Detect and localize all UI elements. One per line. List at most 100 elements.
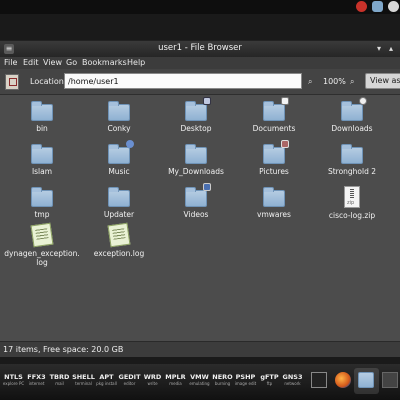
folder-videos[interactable]: Videos: [157, 183, 235, 219]
launcher-mplr[interactable]: MPLR media: [162, 373, 189, 387]
launcher-sub: mail: [55, 381, 64, 386]
location-input[interactable]: [64, 73, 302, 89]
file-icon-view[interactable]: bin Conky Desktop Documents Downloads Is…: [0, 96, 400, 342]
folder-vmwares[interactable]: vmwares: [235, 187, 313, 219]
item-label: vmwares: [257, 210, 291, 219]
folder-pictures[interactable]: Pictures: [235, 140, 313, 176]
desktop-folder-icon: [185, 97, 211, 121]
item-label: Music: [108, 167, 130, 176]
file-cisco-log-zip[interactable]: cisco-log.zip: [313, 186, 391, 220]
zoom-out-icon[interactable]: ⌕: [308, 77, 312, 87]
menu-file[interactable]: File: [4, 58, 17, 67]
launcher-gns3[interactable]: GNS3 network: [279, 373, 306, 387]
launcher-sub: image edit: [234, 381, 257, 386]
folder-icon: [31, 144, 53, 164]
music-emblem-icon: [126, 140, 134, 148]
music-folder-icon: [108, 140, 134, 164]
user-icon[interactable]: [372, 1, 383, 12]
item-label: Downloads: [331, 124, 373, 133]
location-label: Location:: [30, 77, 67, 86]
documents-folder-icon: [263, 97, 289, 121]
status-text: 17 items, Free space: 20.0 GB: [3, 345, 124, 354]
folder-documents[interactable]: Documents: [235, 97, 313, 133]
desktop-emblem-icon: [203, 97, 211, 105]
maximize-button[interactable]: ▴: [386, 44, 396, 54]
folder-desktop[interactable]: Desktop: [157, 97, 235, 133]
item-label: Updater: [103, 210, 135, 219]
launcher-tbrd[interactable]: TBRD mail: [46, 373, 73, 387]
folder-icon: [185, 144, 207, 164]
folder-icon: [31, 187, 53, 207]
menu-go[interactable]: Go: [66, 58, 77, 67]
file-exception-log[interactable]: exception.log: [80, 222, 158, 258]
menu-edit[interactable]: Edit: [23, 58, 39, 67]
item-label: Islam: [31, 167, 53, 176]
log-file-icon: [107, 222, 131, 248]
videos-folder-icon: [185, 183, 211, 207]
file-browser-window: ≡ user1 - File Browser ▾ ▴ File Edit Vie…: [0, 40, 400, 357]
folder-icon: [108, 101, 130, 121]
document-emblem-icon: [281, 97, 289, 105]
item-label: exception.log: [93, 249, 145, 258]
folder-bin[interactable]: bin: [3, 101, 81, 133]
folder-icon: [263, 187, 285, 207]
log-file-icon: [30, 222, 54, 248]
status-bar: 17 items, Free space: 20.0 GB: [0, 341, 400, 357]
menu-view[interactable]: View: [43, 58, 62, 67]
location-bar: Location: ⌕ 100% ⌕ View as Icons: [0, 69, 400, 95]
menu-help[interactable]: Help: [127, 58, 145, 67]
launcher-sub: network: [284, 381, 301, 386]
folder-islam[interactable]: Islam: [3, 144, 81, 176]
terminal-icon[interactable]: [311, 372, 327, 388]
launcher-pshp[interactable]: PSHP image edit: [232, 373, 259, 387]
launcher-sub: media: [169, 381, 182, 386]
menu-bar: File Edit View Go Bookmarks Help: [0, 57, 400, 69]
zoom-level: 100%: [323, 77, 346, 86]
window-titlebar[interactable]: ≡ user1 - File Browser ▾ ▴: [0, 41, 400, 57]
folder-icon: [108, 187, 130, 207]
file-dynagen-exception-log[interactable]: dynagen_exception. log: [3, 222, 81, 267]
item-label: dynagen_exception. log: [4, 249, 80, 267]
window-title: user1 - File Browser: [158, 43, 242, 53]
downloads-folder-icon: [341, 97, 367, 121]
item-label: Conky: [107, 124, 131, 133]
launcher-name: MPLR: [165, 373, 186, 381]
item-label: Videos: [183, 210, 209, 219]
file-browser-task-icon[interactable]: [358, 372, 374, 388]
item-label: Desktop: [180, 124, 212, 133]
item-label: Stronghold 2: [327, 167, 377, 176]
folder-music[interactable]: Music: [80, 140, 158, 176]
folder-icon: [341, 144, 363, 164]
folder-downloads[interactable]: Downloads: [313, 97, 391, 133]
item-label: Documents: [252, 124, 296, 133]
pictures-folder-icon: [263, 140, 289, 164]
zoom-in-icon[interactable]: ⌕: [350, 77, 354, 87]
view-as-button[interactable]: View as Icons: [365, 73, 400, 89]
folder-stronghold-2[interactable]: Stronghold 2: [313, 144, 391, 176]
folder-icon: [31, 101, 53, 121]
notification-icon[interactable]: [356, 1, 367, 12]
app-icon[interactable]: [382, 372, 398, 388]
taskbar: NTLS explore PC FFX3 internet TBRD mail …: [0, 364, 400, 400]
desktop-top-panel: [0, 0, 400, 14]
edit-location-icon[interactable]: [5, 74, 19, 90]
firefox-icon[interactable]: [335, 372, 351, 388]
item-label: Pictures: [259, 167, 289, 176]
launcher-name: GNS3: [282, 373, 303, 381]
pictures-emblem-icon: [281, 140, 289, 148]
folder-tmp[interactable]: tmp: [3, 187, 81, 219]
item-label: bin: [36, 124, 48, 133]
video-emblem-icon: [203, 183, 211, 191]
minimize-button[interactable]: ▾: [374, 44, 384, 54]
launcher-name: PSHP: [235, 373, 256, 381]
folder-my-downloads[interactable]: My_Downloads: [157, 144, 235, 176]
launcher-name: TBRD: [49, 373, 70, 381]
folder-conky[interactable]: Conky: [80, 101, 158, 133]
menu-bookmarks[interactable]: Bookmarks: [82, 58, 127, 67]
download-emblem-icon: [359, 97, 367, 105]
power-icon[interactable]: [388, 1, 399, 12]
item-label: cisco-log.zip: [328, 211, 376, 220]
folder-updater[interactable]: Updater: [80, 187, 158, 219]
item-label: My_Downloads: [168, 167, 224, 176]
item-label: tmp: [34, 210, 50, 219]
